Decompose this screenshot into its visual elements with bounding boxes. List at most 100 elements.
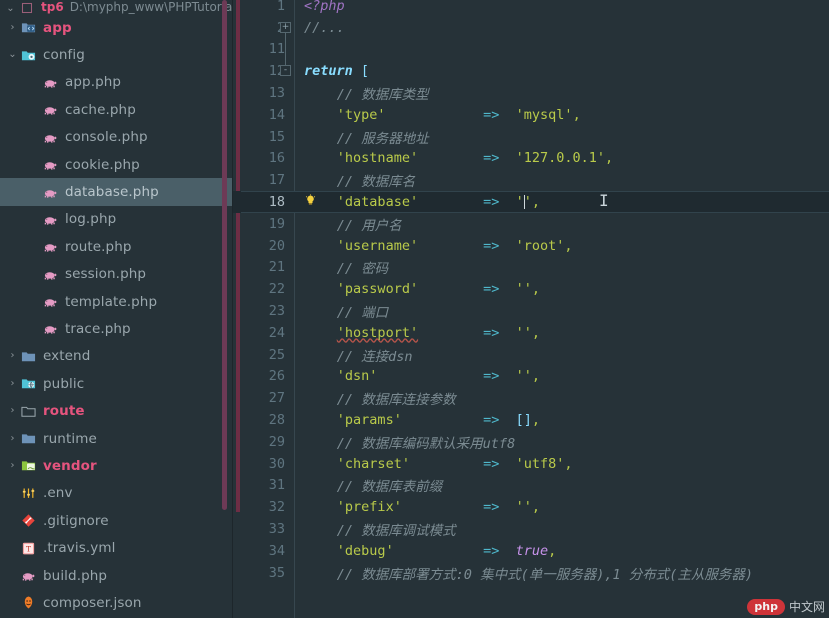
code-text[interactable]: // 数据库编码默认采用utf8 — [304, 432, 515, 452]
line-number: 21 — [268, 259, 285, 276]
code-line[interactable]: 30 'charset' => 'utf8', — [233, 453, 829, 475]
tree-row-gitignore[interactable]: .gitignore — [0, 507, 233, 534]
code-text[interactable]: 'type' => 'mysql', — [304, 107, 581, 123]
text-caret — [524, 195, 525, 210]
code-line[interactable]: 23 // 端口 — [233, 300, 829, 322]
code-line[interactable]: 26 'dsn' => '', — [233, 366, 829, 388]
tree-row-travis-yml[interactable]: T .travis.yml — [0, 534, 233, 561]
code-line[interactable]: 19 // 用户名 — [233, 213, 829, 235]
tree-row-route-php[interactable]: route.php — [0, 233, 233, 260]
line-number: 34 — [268, 542, 285, 559]
code-line[interactable]: 22 'password' => '', — [233, 278, 829, 300]
code-text[interactable]: // 端口 — [304, 301, 388, 321]
code-text[interactable]: // 连接dsn — [304, 345, 413, 365]
tree-item-label: database.php — [65, 184, 159, 201]
chevron-right-icon[interactable]: › — [6, 460, 19, 471]
project-tree-panel[interactable]: ⌄ tp6 D:\myphp_www\PHPTutorial\W › app ⌄ confi… — [0, 0, 233, 618]
fold-collapse-icon[interactable]: - — [280, 65, 291, 77]
tree-row-composer-json[interactable]: composer.json — [0, 589, 233, 616]
code-line[interactable]: 18 'database' => '', — [233, 191, 829, 213]
code-editor[interactable]: 1<?php2//...1112return [13// 数据库类型14'typ… — [233, 0, 829, 618]
chevron-right-icon[interactable]: › — [6, 22, 19, 33]
code-text[interactable]: 'debug' => true, — [304, 543, 557, 559]
fold-expand-icon[interactable]: + — [280, 21, 291, 33]
code-text[interactable]: 'hostport' => '', — [304, 325, 540, 341]
tree-row-public[interactable]: › public — [0, 370, 233, 397]
chevron-down-icon[interactable]: ⌄ — [6, 50, 19, 60]
code-line[interactable]: 13 // 数据库类型 — [233, 82, 829, 104]
code-text[interactable]: <?php — [304, 0, 345, 14]
tree-row-database-php[interactable]: database.php — [0, 178, 233, 206]
chevron-right-icon[interactable]: › — [6, 351, 19, 361]
tree-row-route[interactable]: › route — [0, 397, 233, 424]
code-text[interactable]: 'username' => 'root', — [304, 238, 573, 254]
code-line[interactable]: 32 'prefix' => '', — [233, 496, 829, 518]
code-line[interactable]: 29 // 数据库编码默认采用utf8 — [233, 431, 829, 453]
tree-row-config[interactable]: ⌄ config — [0, 41, 233, 68]
code-text[interactable]: 'database' => '', — [304, 194, 540, 210]
tree-row-extend[interactable]: › extend — [0, 343, 233, 370]
code-line[interactable]: 34 'debug' => true, — [233, 540, 829, 562]
code-text[interactable]: //... — [304, 20, 345, 36]
code-text[interactable]: // 数据库连接参数 — [304, 388, 456, 408]
code-text[interactable]: return [ — [304, 63, 369, 79]
tree-row-app[interactable]: › app — [0, 14, 233, 41]
code-line[interactable]: 1 <?php — [233, 0, 829, 17]
tree-row-vendor[interactable]: › vendor — [0, 452, 233, 479]
chevron-right-icon[interactable]: › — [6, 406, 19, 416]
code-line[interactable]: 12 return [ — [233, 60, 829, 82]
tree-row-app-php[interactable]: app.php — [0, 69, 233, 96]
tree-item-label: cookie.php — [65, 156, 140, 173]
chevron-right-icon[interactable]: › — [6, 433, 19, 444]
code-text[interactable]: // 数据库表前缀 — [304, 475, 442, 495]
chevron-down-icon[interactable]: ⌄ — [4, 4, 17, 14]
tree-row-build-php[interactable]: build.php — [0, 562, 233, 589]
code-text[interactable]: 'prefix' => '', — [304, 499, 540, 515]
code-line[interactable]: 11 — [233, 39, 829, 61]
code-line[interactable]: 17 // 数据库名 — [233, 169, 829, 191]
code-line[interactable]: 2 //... — [233, 17, 829, 39]
tree-row-env[interactable]: .env — [0, 480, 233, 507]
code-text[interactable]: 'charset' => 'utf8', — [304, 456, 573, 472]
tree-row-trace-php[interactable]: trace.php — [0, 315, 233, 342]
code-text[interactable]: 'dsn' => '', — [304, 368, 540, 384]
tree-row-log-php[interactable]: log.php — [0, 206, 233, 233]
chevron-right-icon[interactable]: › — [6, 378, 19, 389]
code-text[interactable]: 'password' => '', — [304, 281, 540, 297]
tree-row-cache-php[interactable]: cache.php — [0, 96, 233, 123]
code-line[interactable]: 31 // 数据库表前缀 — [233, 475, 829, 497]
code-line[interactable]: 21 // 密码 — [233, 257, 829, 279]
code-text[interactable]: // 数据库调试模式 — [304, 519, 456, 539]
tree-row-runtime[interactable]: › runtime — [0, 425, 233, 452]
code-text[interactable]: 'params' => [], — [304, 412, 540, 428]
code-text[interactable]: // 数据库名 — [304, 170, 415, 190]
code-line[interactable]: 33 // 数据库调试模式 — [233, 518, 829, 540]
code-line[interactable]: 28 'params' => [], — [233, 409, 829, 431]
code-token: // 端口 — [336, 305, 389, 322]
code-text[interactable]: 'hostname' => '127.0.0.1', — [304, 150, 613, 166]
code-line[interactable]: 35 // 数据库部署方式:0 集中式(单一服务器),1 分布式(主从服务器) — [233, 562, 829, 584]
code-line[interactable]: 25 // 连接dsn — [233, 344, 829, 366]
code-line[interactable]: 14 'type' => 'mysql', — [233, 104, 829, 126]
code-text[interactable]: // 用户名 — [304, 214, 402, 234]
tree-row-session-php[interactable]: session.php — [0, 261, 233, 288]
sidebar-scrollbar[interactable] — [222, 0, 227, 510]
code-text[interactable]: // 数据库类型 — [304, 83, 429, 103]
tree-row-cookie-php[interactable]: cookie.php — [0, 151, 233, 178]
code-line[interactable]: 24 'hostport' => '', — [233, 322, 829, 344]
code-text[interactable]: // 服务器地址 — [304, 127, 429, 147]
code-text[interactable]: // 密码 — [304, 257, 388, 277]
code-line[interactable]: 15 // 服务器地址 — [233, 126, 829, 148]
folder-icon — [19, 349, 38, 364]
code-line[interactable]: 20 'username' => 'root', — [233, 235, 829, 257]
code-text[interactable]: // 数据库部署方式:0 集中式(单一服务器),1 分布式(主从服务器) — [304, 563, 753, 583]
code-line[interactable]: 27 // 数据库连接参数 — [233, 387, 829, 409]
tree-item-label: build.php — [43, 567, 108, 584]
tree-row-template-php[interactable]: template.php — [0, 288, 233, 315]
tree-row-console-php[interactable]: console.php — [0, 124, 233, 151]
tree-row-project-root[interactable]: ⌄ tp6 D:\myphp_www\PHPTutorial\W — [0, 0, 233, 14]
code-line[interactable]: 16 'hostname' => '127.0.0.1', — [233, 148, 829, 170]
project-tree[interactable]: ⌄ tp6 D:\myphp_www\PHPTutorial\W › app ⌄ confi… — [0, 0, 233, 617]
